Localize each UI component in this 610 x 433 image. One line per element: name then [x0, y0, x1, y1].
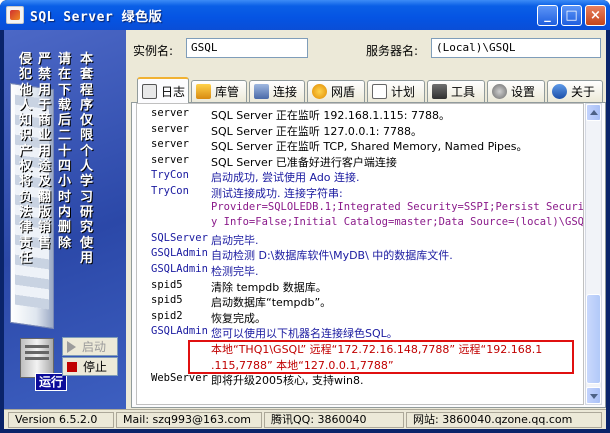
log-message: 恢复完成。 — [211, 311, 266, 325]
start-button-label: 启动 — [82, 340, 107, 354]
log-source: GSQLAdmin — [151, 325, 208, 338]
log-message: 测试连接成功. 连接字符串: — [211, 187, 343, 200]
about-icon — [552, 84, 567, 99]
tab-about-label: 关于 — [571, 85, 596, 99]
log-message: y Info=False;Initial Catalog=master;Data… — [211, 216, 584, 229]
status-qq: 腾讯QQ: 3860040 — [264, 412, 404, 428]
status-version: Version 6.5.2.0 — [8, 412, 114, 428]
log-message: 清除 tempdb 数据库。 — [211, 280, 327, 294]
log-source: GSQLAdmin — [151, 247, 208, 260]
connection-names-highlight — [188, 340, 574, 374]
connection-icon — [254, 84, 269, 99]
log-message: 即将升级2005核心, 支持win8. — [211, 374, 364, 388]
log-message: SQL Server 正在监听 127.0.0.1: 7788。 — [211, 124, 423, 138]
log-source: server — [151, 153, 189, 166]
window-title: SQL Server 绿色版 — [30, 10, 163, 25]
tab-log-label: 日志 — [161, 84, 186, 99]
status-bar: Version 6.5.2.0 Mail: szq993@163.com 腾讯Q… — [4, 409, 606, 429]
tab-shield[interactable]: 网盾 — [307, 80, 365, 102]
log-source: server — [151, 122, 189, 135]
tab-database[interactable]: 库管 — [191, 80, 247, 102]
side-notice-4: 侵犯他人知识产权将负法律责任 — [18, 52, 32, 266]
scroll-thumb[interactable] — [586, 294, 601, 384]
tools-icon — [432, 84, 447, 99]
tab-connection[interactable]: 连接 — [249, 80, 305, 102]
client-area: 本套程序仅限个人学习研究使用 请在下载后二十四小时内删除 严禁用于商业用途及翻版… — [4, 30, 606, 429]
log-source: spid2 — [151, 309, 183, 322]
log-scrollbar[interactable] — [585, 103, 602, 405]
tab-settings-label: 设置 — [511, 85, 536, 99]
minimize-button[interactable]: _ — [537, 5, 558, 26]
close-button[interactable]: × — [585, 5, 606, 26]
log-message: 检测完毕. — [211, 265, 259, 278]
tab-tools[interactable]: 工具 — [427, 80, 485, 102]
tab-database-label: 库管 — [215, 85, 240, 99]
tab-about[interactable]: 关于 — [547, 80, 603, 102]
settings-icon — [492, 84, 507, 99]
app-icon — [6, 6, 24, 24]
scroll-up-icon[interactable] — [586, 104, 601, 121]
server-label: 服务器名: — [366, 44, 419, 58]
tab-strip: 日志 库管 连接 网盾 计划 工具 设置 关于 — [131, 77, 606, 103]
tab-connection-label: 连接 — [273, 85, 298, 99]
log-source: spid5 — [151, 278, 183, 291]
tab-content: server SQL Server 正在监听 192.168.1.115: 778… — [131, 102, 606, 408]
log-source: server — [151, 138, 189, 151]
instance-field[interactable]: GSQL — [186, 38, 308, 58]
tab-schedule[interactable]: 计划 — [367, 80, 425, 102]
log-icon — [142, 83, 157, 99]
status-site: 网站: 3860040.qzone.qq.com — [406, 412, 602, 428]
log-message: 启动成功, 尝试使用 Ado 连接. — [211, 171, 360, 185]
maximize-button[interactable]: □ — [561, 5, 582, 26]
log-source: GSQLAdmin — [151, 263, 208, 275]
scroll-down-icon[interactable] — [586, 387, 601, 404]
log-message: SQL Server 正在监听 192.168.1.115: 7788。 — [211, 109, 451, 122]
log-message: 启动数据库“tempdb”。 — [211, 296, 332, 310]
tab-schedule-label: 计划 — [391, 85, 416, 99]
stop-icon — [67, 361, 77, 372]
log-message: 您可以使用以下机器名连接绿色SQL。 — [211, 327, 398, 341]
log-source: TryCon — [151, 185, 189, 197]
database-icon — [196, 84, 211, 99]
side-notice-2: 请在下载后二十四小时内删除 — [57, 52, 71, 251]
log-message: 自动检测 D:\数据库软件\MyDB\ 中的数据库文件. — [211, 249, 453, 263]
log-message: 启动完毕. — [211, 233, 259, 247]
server-field[interactable]: (Local)\GSQL — [431, 38, 601, 58]
stop-button-label: 停止 — [83, 360, 108, 374]
play-icon — [67, 340, 76, 353]
shield-icon — [312, 84, 327, 99]
side-notice-3: 严禁用于商业用途及翻版销售 — [37, 52, 51, 251]
log-message: SQL Server 正在监听 TCP, Shared Memory, Name… — [211, 140, 528, 154]
log-source: TryCon — [151, 169, 189, 182]
tab-settings[interactable]: 设置 — [487, 80, 545, 102]
log-source: spid5 — [151, 294, 183, 307]
status-mail: Mail: szq993@163.com — [116, 412, 262, 428]
stop-button[interactable]: 停止 — [62, 357, 118, 376]
log-source: server — [151, 107, 189, 119]
start-button[interactable]: 启动 — [62, 337, 118, 356]
log-source: SQLServer — [151, 231, 208, 244]
side-notice-1: 本套程序仅限个人学习研究使用 — [79, 52, 93, 266]
instance-label: 实例名: — [133, 44, 174, 58]
log-message: Provider=SQLOLEDB.1;Integrated Security=… — [211, 200, 584, 213]
tab-log[interactable]: 日志 — [137, 77, 189, 103]
app-window: SQL Server 绿色版 _ □ × 本套程序仅限个人学习研究使用 请在下载… — [0, 0, 610, 433]
tab-shield-label: 网盾 — [331, 85, 356, 99]
log-message: SQL Server 已准备好进行客户端连接 — [211, 155, 397, 169]
schedule-icon — [372, 84, 387, 99]
side-panel: 本套程序仅限个人学习研究使用 请在下载后二十四小时内删除 严禁用于商业用途及翻版… — [4, 30, 126, 409]
title-bar[interactable]: SQL Server 绿色版 _ □ × — [0, 0, 610, 30]
tab-tools-label: 工具 — [451, 85, 476, 99]
